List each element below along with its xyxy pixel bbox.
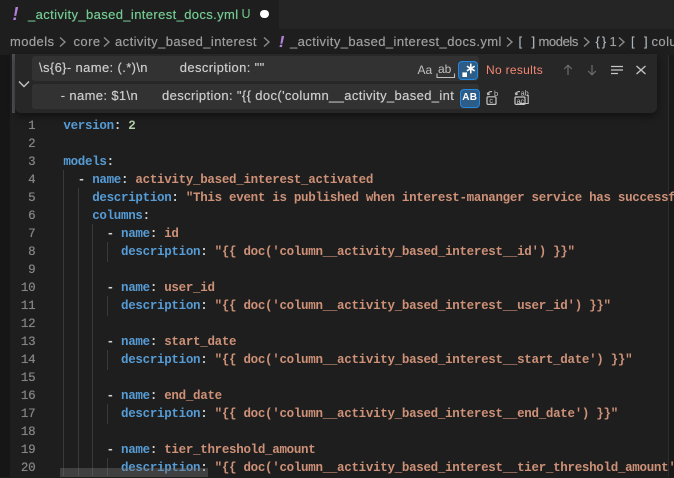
svg-text:c: c	[489, 96, 493, 105]
svg-text:ac: ac	[516, 98, 524, 105]
